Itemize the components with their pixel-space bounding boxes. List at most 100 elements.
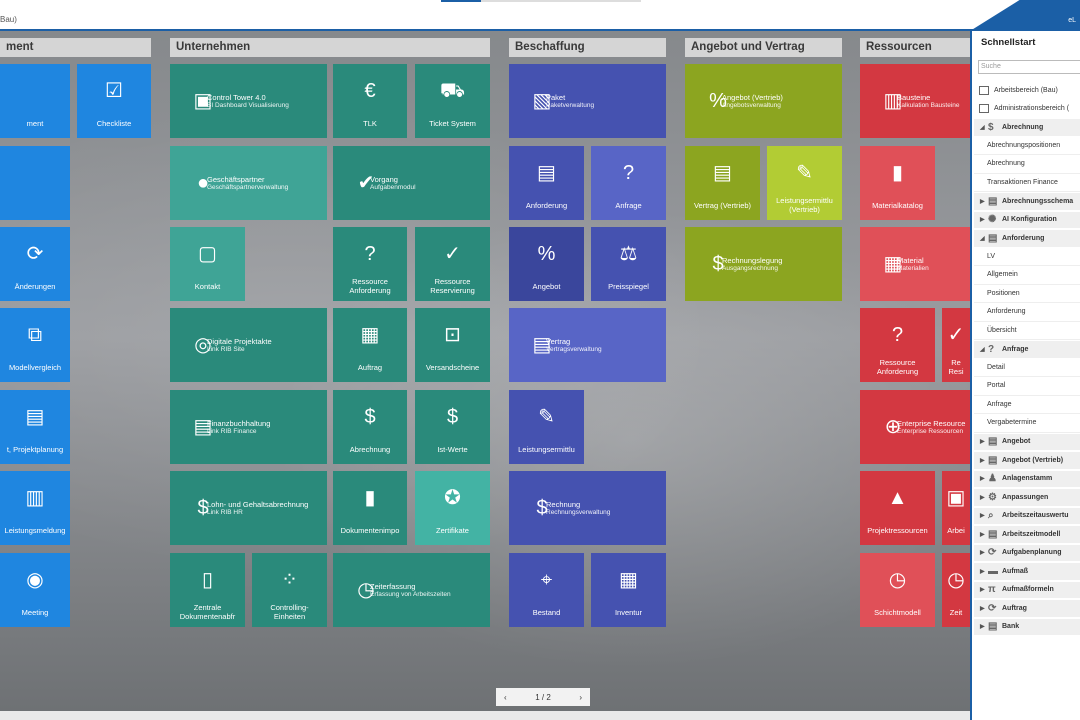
tile-zeiterfassung[interactable]: ◷ Zeiterfassung Erfassung von Arbeitszeite… xyxy=(333,553,490,627)
tile-projektressourcen[interactable]: ▲ Projektressourcen xyxy=(860,471,935,545)
tile-zeit[interactable]: ◷ Zeit xyxy=(942,553,970,627)
page-tab-indicator[interactable] xyxy=(441,0,641,2)
tile-lohn-gehalt[interactable]: $ Lohn- und Gehaltsabrechnung Link RIB HR xyxy=(170,471,327,545)
tile-blank[interactable] xyxy=(0,146,70,220)
tile-anforderung[interactable]: ▤ Anforderung xyxy=(509,146,584,220)
tile-aenderungen[interactable]: ⟳ Änderungen xyxy=(0,227,70,301)
quickstart-item[interactable]: Allgemein xyxy=(974,266,1080,285)
tile-finanzbuchhaltung[interactable]: ▤ Finanzbuchhaltung Link RIB Finance xyxy=(170,390,327,464)
tile-title: Enterprise Resource xyxy=(897,419,966,428)
tile-inventur[interactable]: ▦ Inventur xyxy=(591,553,666,627)
tile-anfrage[interactable]: ? Anfrage xyxy=(591,146,666,220)
tile-meeting[interactable]: ◉ Meeting xyxy=(0,553,70,627)
tile-projektplanung[interactable]: ▤ t, Projektplanung xyxy=(0,390,70,464)
tile-vertrag-vertrieb[interactable]: ▤ Vertrag (Vertrieb) xyxy=(685,146,760,220)
tile-tlk[interactable]: € TLK xyxy=(333,64,407,138)
stock-icon: ⌖ xyxy=(540,569,553,591)
tile-kontakt[interactable]: ▢ Kontakt xyxy=(170,227,245,301)
tile-materialkatalog[interactable]: ▮ Materialkatalog xyxy=(860,146,935,220)
tile-rechnungslegung[interactable]: $ Rechnungslegung Ausgangsrechnung xyxy=(685,227,842,301)
section-icon: ▤ xyxy=(988,528,998,540)
quickstart-section-8[interactable]: ▶ ⚙ Anpassungen xyxy=(974,488,1080,507)
tile-zertifikate[interactable]: ✪ Zertifikate xyxy=(415,471,490,545)
quickstart-section-11[interactable]: ▶ ⟳ Aufgabenplanung xyxy=(974,543,1080,562)
tile-schichtmodell[interactable]: ◷ Schichtmodell xyxy=(860,553,935,627)
tile-versandscheine[interactable]: ⊡ Versandscheine xyxy=(415,308,490,382)
tile-controlling-einheiten[interactable]: ⁘ Controlling- Einheiten xyxy=(252,553,327,627)
quickstart-section-7[interactable]: ▶ ♟ Anlagenstamm xyxy=(974,469,1080,488)
quickstart-section-2[interactable]: ▶ ✺ AI Konfiguration xyxy=(974,210,1080,229)
quickstart-item[interactable]: Detail xyxy=(974,358,1080,377)
quickstart-section-5[interactable]: ▶ ▤ Angebot xyxy=(974,432,1080,451)
tile-leistungsmeldung[interactable]: ▥ Leistungsmeldung xyxy=(0,471,70,545)
prev-page-button[interactable]: ‹ xyxy=(504,693,507,702)
section-label: Anfrage xyxy=(1002,345,1029,353)
tile-ressource-anforderung-2[interactable]: ? Ressource Anforderung xyxy=(860,308,935,382)
tile-angebot-vertrieb[interactable]: % Angebot (Vertrieb) Angebotsverwaltung xyxy=(685,64,842,138)
quickstart-workspace-1[interactable]: Administrationsbereich ( xyxy=(974,100,1080,119)
quickstart-search-input[interactable]: Suche xyxy=(978,60,1080,74)
tile-label: Ressource Anforderung xyxy=(349,277,391,295)
quickstart-section-10[interactable]: ▶ ▤ Arbeitszeitmodell xyxy=(974,525,1080,544)
tile-ist-werte[interactable]: $ Ist-Werte xyxy=(415,390,490,464)
tile-management[interactable]: ment xyxy=(0,64,70,138)
tile-dokumentenimport[interactable]: ▮ Dokumentenimpo xyxy=(333,471,407,545)
user-label[interactable]: eL xyxy=(1068,17,1076,24)
quickstart-section-15[interactable]: ▶ ▤ Bank xyxy=(974,617,1080,636)
quickstart-item[interactable]: Anfrage xyxy=(974,395,1080,414)
tile-title: Rechnungslegung xyxy=(722,256,783,265)
quickstart-item[interactable]: Portal xyxy=(974,377,1080,396)
tile-vorgang[interactable]: ✔ Vorgang Aufgabenmodul xyxy=(333,146,490,220)
quickstart-section-4[interactable]: ◢? Anfrage xyxy=(974,340,1080,359)
tile-checkliste[interactable]: ☑ Checkliste xyxy=(77,64,151,138)
section-label: Anpassungen xyxy=(1002,493,1049,501)
quickstart-item[interactable]: Abrechnungspositionen xyxy=(974,136,1080,155)
tile-auftrag[interactable]: ▦ Auftrag xyxy=(333,308,407,382)
quickstart-section-0[interactable]: ◢ $ Abrechnung xyxy=(974,118,1080,137)
quickstart-section-6[interactable]: ▶ ▤ Angebot (Vertrieb) xyxy=(974,451,1080,470)
tile-label: TLK xyxy=(363,119,377,128)
quickstart-item[interactable]: Vergabetermine xyxy=(974,414,1080,433)
tile-rechnung[interactable]: $ Rechnung Rechnungsverwaltung xyxy=(509,471,666,545)
tile-leistungsermittlung-vertrieb[interactable]: ✎ Leistungsermittlu (Vertrieb) xyxy=(767,146,842,220)
tile-bausteine[interactable]: ▥ Bausteine Kalkulation Bausteine xyxy=(860,64,970,138)
tile-vertrag[interactable]: ▤ Vertrag Vertragsverwaltung xyxy=(509,308,666,382)
next-page-button[interactable]: › xyxy=(579,693,582,702)
tile-digitale-projektakte[interactable]: ◎ Digitale Projektakte Link RIB Site xyxy=(170,308,327,382)
tile-arbeit[interactable]: ▣ Arbei xyxy=(942,471,970,545)
quickstart-item[interactable]: Übersicht xyxy=(974,321,1080,340)
quickstart-item[interactable]: Anforderung xyxy=(974,303,1080,322)
tile-ressource-reservierung-2[interactable]: ✓ Re Resi xyxy=(942,308,970,382)
tile-ressource-reservierung[interactable]: ✓ Ressource Reservierung xyxy=(415,227,490,301)
quickstart-section-14[interactable]: ▶ ⟳ Auftrag xyxy=(974,599,1080,618)
tile-control-tower[interactable]: ▣ Control Tower 4.0 BI Dashboard Visualisi… xyxy=(170,64,327,138)
tile-angebot[interactable]: % Angebot xyxy=(509,227,584,301)
quickstart-workspace-0[interactable]: Arbeitsbereich (Bau) xyxy=(974,81,1080,100)
quickstart-item[interactable]: Transaktionen Finance xyxy=(974,173,1080,192)
tile-ressource-anforderung[interactable]: ? Ressource Anforderung xyxy=(333,227,407,301)
tile-preisspiegel[interactable]: ⚖ Preisspiegel xyxy=(591,227,666,301)
quickstart-section-9[interactable]: ▶ ⌕ Arbeitszeitauswertu xyxy=(974,506,1080,525)
quickstart-item[interactable]: Abrechnung xyxy=(974,155,1080,174)
inventory-icon: ▦ xyxy=(619,569,638,591)
tile-bestand[interactable]: ⌖ Bestand xyxy=(509,553,584,627)
section-label: Angebot xyxy=(1002,438,1031,446)
quickstart-item[interactable]: LV xyxy=(974,247,1080,266)
quickstart-section-3[interactable]: ◢ ▤ Anforderung xyxy=(974,229,1080,248)
tile-paket[interactable]: ▧ Paket Paketverwaltung xyxy=(509,64,666,138)
quickstart-section-12[interactable]: ▶ ▬ Aufmaß xyxy=(974,562,1080,581)
tile-geschaeftspartner[interactable]: ● Geschäftspartner Geschäftspartnerverwalt… xyxy=(170,146,327,220)
tile-ticket-system[interactable]: ⛟ Ticket System xyxy=(415,64,490,138)
tile-enterprise-resource[interactable]: ⊕ Enterprise Resource Enterprise Ressource… xyxy=(860,390,970,464)
tile-zentrale-dokumentenabfrage[interactable]: ▯ Zentrale Dokumentenabfr xyxy=(170,553,245,627)
quickstart-item[interactable]: Positionen xyxy=(974,284,1080,303)
quickstart-section-1[interactable]: ▶ ▤ Abrechnungsschema xyxy=(974,192,1080,211)
tile-leistungsermittlung[interactable]: ✎ Leistungsermittlu xyxy=(509,390,584,464)
tile-material[interactable]: ▦ Material Materialien xyxy=(860,227,970,301)
tile-subtitle: Aufgabenmodul xyxy=(370,184,416,191)
tile-label: Auftrag xyxy=(357,363,383,372)
tile-abrechnung[interactable]: $ Abrechnung xyxy=(333,390,407,464)
document-import-icon: ▮ xyxy=(364,487,376,509)
tile-modellvergleich[interactable]: ⧉ Modellvergleich xyxy=(0,308,70,382)
quickstart-section-13[interactable]: ▶ π Aufmaßformeln xyxy=(974,580,1080,599)
